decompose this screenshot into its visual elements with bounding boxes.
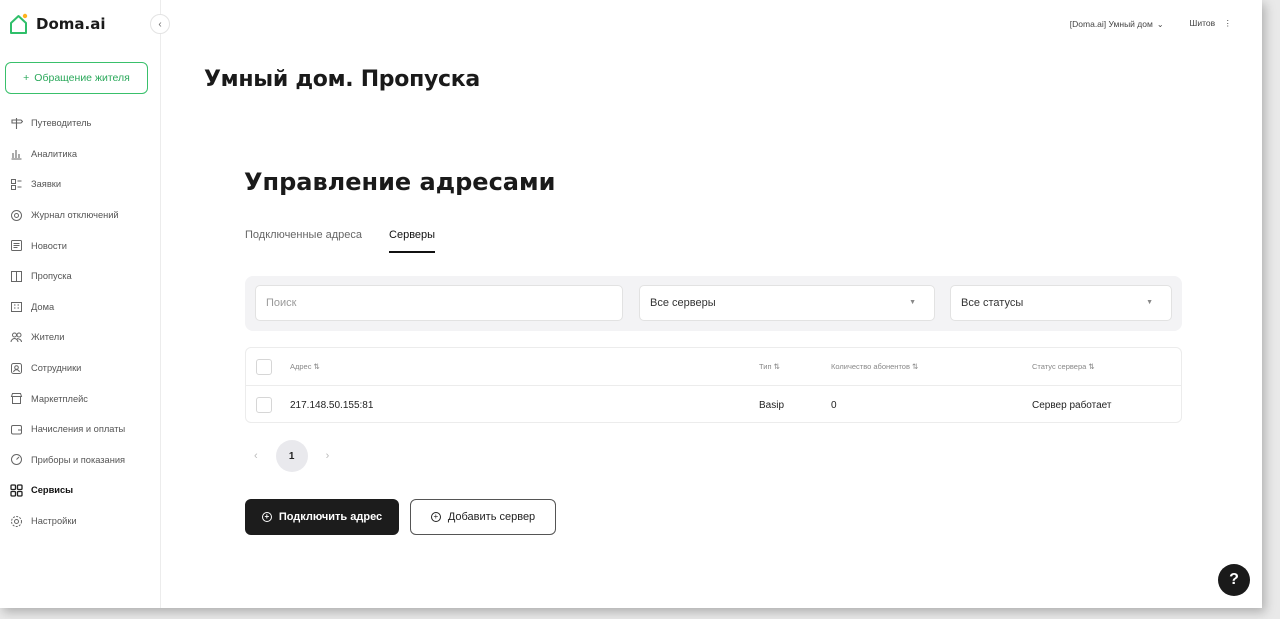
sidebar-item-label: Новости — [31, 240, 67, 251]
building-icon — [10, 300, 23, 313]
sidebar-item-label: Приборы и показания — [31, 454, 126, 465]
chart-icon — [10, 147, 23, 160]
logo-text: Doma.ai — [36, 15, 106, 33]
sidebar-item-gear[interactable]: Настройки — [0, 506, 160, 537]
app-window: Doma.ai + Обращение жителя Путеводитель А… — [0, 0, 1262, 608]
column-header-status[interactable]: Статус сервера ⇅ — [1032, 348, 1095, 385]
add-server-button[interactable]: + Добавить сервер — [410, 499, 556, 535]
sidebar-item-list[interactable]: Заявки — [0, 169, 160, 200]
sidebar-item-employee[interactable]: Сотрудники — [0, 353, 160, 384]
sidebar-item-label: Жители — [31, 332, 65, 343]
cell-type: Basip — [759, 399, 785, 411]
row-checkbox[interactable] — [256, 397, 272, 413]
wallet-icon — [10, 423, 23, 436]
user-name: Шитов — [1189, 18, 1216, 28]
sidebar: Doma.ai + Обращение жителя Путеводитель А… — [0, 0, 161, 608]
plus-circle-icon: + — [430, 512, 441, 522]
organization-selector[interactable]: [Doma.ai] Умный дом ⌄ — [1070, 19, 1164, 29]
cell-address: 217.148.50.155:81 — [290, 399, 374, 411]
gear-icon — [10, 515, 23, 528]
prev-page-icon[interactable]: ‹ — [254, 450, 258, 462]
sidebar-item-wallet[interactable]: Начисления и оплаты — [0, 414, 160, 445]
connect-address-label: Подключить адрес — [278, 511, 383, 523]
user-menu[interactable]: Шитов ⋮ — [1190, 18, 1232, 29]
filters-bar: Все серверы ▼ Все статусы ▼ — [245, 276, 1182, 331]
sidebar-item-label: Заявки — [31, 179, 62, 190]
logo[interactable]: Doma.ai — [9, 13, 105, 35]
topbar: [Doma.ai] Умный дом ⌄ Шитов ⋮ — [1070, 18, 1232, 29]
search-input[interactable] — [266, 297, 622, 309]
sidebar-item-outage[interactable]: Журнал отключений — [0, 200, 160, 231]
resident-appeal-label: Обращение жителя — [34, 72, 130, 84]
sidebar-item-label: Сервисы — [31, 485, 74, 496]
caret-down-icon: ▼ — [909, 299, 916, 306]
signpost-icon — [10, 117, 23, 130]
sidebar-item-label: Журнал отключений — [31, 210, 119, 221]
sidebar-item-grid[interactable]: Сервисы — [0, 475, 160, 506]
pass-icon — [10, 270, 23, 283]
next-page-icon[interactable]: › — [326, 450, 330, 462]
sidebar-item-chart[interactable]: Аналитика — [0, 139, 160, 170]
house-logo-icon — [10, 13, 28, 34]
outage-icon — [10, 209, 23, 222]
list-icon — [10, 178, 23, 191]
more-vertical-icon: ⋮ — [1223, 18, 1233, 28]
page-title: Умный дом. Пропуска — [204, 67, 480, 92]
organization-label: [Doma.ai] Умный дом — [1069, 18, 1153, 29]
sidebar-nav: Путеводитель Аналитика Заявки Журнал отключ… — [0, 108, 160, 536]
sidebar-item-meter[interactable]: Приборы и показания — [0, 445, 160, 476]
add-server-label: Добавить сервер — [447, 511, 536, 523]
caret-down-icon: ▼ — [1146, 299, 1153, 306]
sidebar-item-pass[interactable]: Пропуска — [0, 261, 160, 292]
sidebar-item-news[interactable]: Новости — [0, 230, 160, 261]
servers-select-value: Все серверы — [650, 297, 716, 309]
help-button[interactable]: ? — [1218, 564, 1250, 596]
sidebar-item-label: Путеводитель — [31, 118, 92, 129]
servers-table: Адрес ⇅ Тип ⇅ Количество абонентов ⇅ Ста… — [245, 347, 1182, 423]
select-all-checkbox[interactable] — [256, 358, 272, 375]
column-header-type[interactable]: Тип ⇅ — [759, 348, 780, 385]
page-number[interactable]: 1 — [275, 440, 308, 472]
status-select[interactable]: Все статусы ▼ — [950, 285, 1172, 321]
pagination: ‹ 1 › — [254, 440, 329, 472]
store-icon — [10, 392, 23, 405]
sidebar-item-label: Начисления и оплаты — [31, 424, 126, 435]
connect-address-button[interactable]: + Подключить адрес — [245, 499, 399, 535]
status-select-value: Все статусы — [961, 297, 1024, 309]
sidebar-item-users[interactable]: Жители — [0, 322, 160, 353]
table-header: Адрес ⇅ Тип ⇅ Количество абонентов ⇅ Ста… — [246, 348, 1181, 386]
table-row[interactable]: 217.148.50.155:81 Basip 0 Сервер работае… — [246, 386, 1181, 424]
tabs: Подключенные адреса Серверы — [245, 229, 436, 253]
sidebar-item-label: Аналитика — [31, 148, 78, 159]
meter-icon — [10, 453, 23, 466]
column-header-address[interactable]: Адрес ⇅ — [290, 348, 320, 385]
grid-icon — [10, 484, 23, 497]
resident-appeal-button[interactable]: + Обращение жителя — [5, 62, 148, 94]
cell-subscribers: 0 — [831, 399, 837, 411]
column-header-subscribers[interactable]: Количество абонентов ⇅ — [831, 348, 918, 385]
servers-select[interactable]: Все серверы ▼ — [639, 285, 935, 321]
sidebar-item-signpost[interactable]: Путеводитель — [0, 108, 160, 139]
cell-status: Сервер работает — [1032, 399, 1112, 411]
sidebar-item-label: Пропуска — [31, 271, 72, 282]
tab-connected-addresses[interactable]: Подключенные адреса — [245, 229, 362, 253]
sidebar-item-label: Дома — [31, 301, 55, 312]
plus-circle-icon: + — [261, 512, 272, 522]
plus-icon: + — [23, 72, 30, 84]
tab-servers[interactable]: Серверы — [389, 229, 436, 253]
sidebar-item-label: Настройки — [31, 516, 77, 527]
sidebar-item-label: Сотрудники — [31, 363, 82, 374]
users-icon — [10, 331, 23, 344]
search-field[interactable] — [255, 285, 623, 321]
news-icon — [10, 239, 23, 252]
section-title: Управление адресами — [244, 168, 556, 196]
employee-icon — [10, 362, 23, 375]
sidebar-item-label: Маркетплейс — [31, 393, 88, 404]
sidebar-item-store[interactable]: Маркетплейс — [0, 383, 160, 414]
sidebar-item-building[interactable]: Дома — [0, 292, 160, 323]
chevron-left-icon[interactable]: ‹ — [150, 14, 170, 34]
chevron-down-icon: ⌄ — [1156, 19, 1164, 29]
